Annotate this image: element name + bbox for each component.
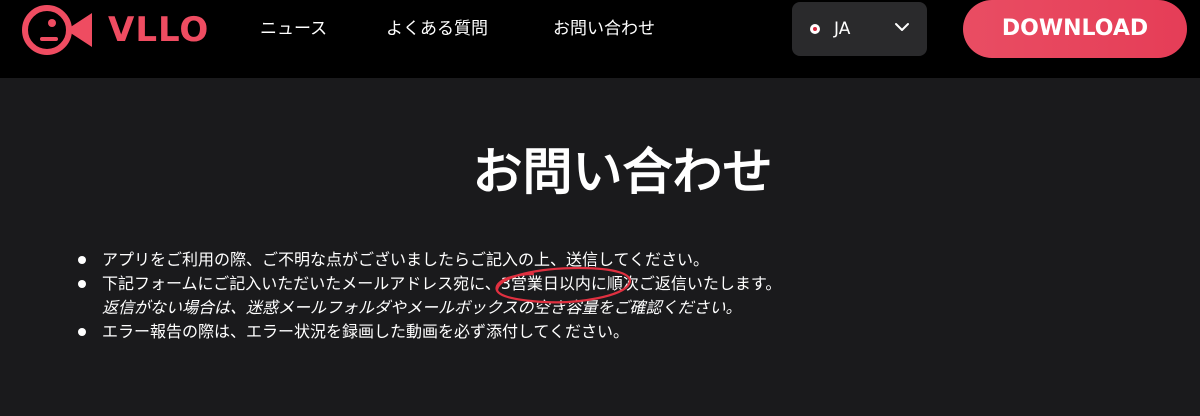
fish-logo-icon — [22, 5, 92, 55]
notice-text-after: に順次ご返信いたします。 — [590, 274, 782, 293]
language-selector[interactable]: JA — [792, 2, 927, 56]
notice-text: アプリをご利用の際、ご不明な点がございましたらご記入の上、送信してください。 — [102, 250, 710, 269]
page-title: お問い合わせ — [472, 143, 773, 201]
language-selected-value: JA — [834, 19, 851, 39]
notice-subtext: 返信がない場合は、迷惑メールフォルダやメールボックスの空き容量をご確認ください。 — [102, 298, 742, 317]
notice-text-highlight: 3営業日以内 — [500, 274, 591, 293]
top-navigation-bar: VLLO ニュース よくある質問 お問い合わせ JA DOWNLOAD — [0, 0, 1200, 78]
notice-text: エラー報告の際は、エラー状況を録画した動画を必ず添付してください。 — [102, 322, 630, 341]
japan-flag-icon — [810, 24, 820, 34]
bullet-icon — [78, 256, 86, 264]
chevron-down-icon — [895, 23, 909, 31]
vllo-logo[interactable]: VLLO — [22, 5, 209, 55]
bullet-icon — [78, 280, 86, 288]
highlighted-deadline: 3営業日以内 — [495, 266, 631, 304]
bullet-icon — [78, 328, 86, 336]
list-item: 下記フォームにご記入いただいたメールアドレス宛に、3営業日以内 に順次ご返信いたし… — [78, 266, 1178, 320]
logo-text: VLLO — [108, 10, 210, 50]
notice-list: アプリをご利用の際、ご不明な点がございましたらご記入の上、送信してください。 下… — [78, 248, 1178, 344]
list-item: エラー報告の際は、エラー状況を録画した動画を必ず添付してください。 — [78, 320, 1178, 344]
nav-news-link[interactable]: ニュース — [260, 16, 327, 42]
nav-contact-link[interactable]: お問い合わせ — [553, 16, 655, 42]
notice-text-before: 下記フォームにご記入いただいたメールアドレス宛に、 — [102, 274, 501, 293]
main-content: お問い合わせ アプリをご利用の際、ご不明な点がございましたらご記入の上、送信して… — [0, 78, 1200, 416]
list-item: アプリをご利用の際、ご不明な点がございましたらご記入の上、送信してください。 — [78, 248, 1178, 272]
nav-faq-link[interactable]: よくある質問 — [386, 16, 488, 42]
download-button[interactable]: DOWNLOAD — [963, 0, 1187, 58]
